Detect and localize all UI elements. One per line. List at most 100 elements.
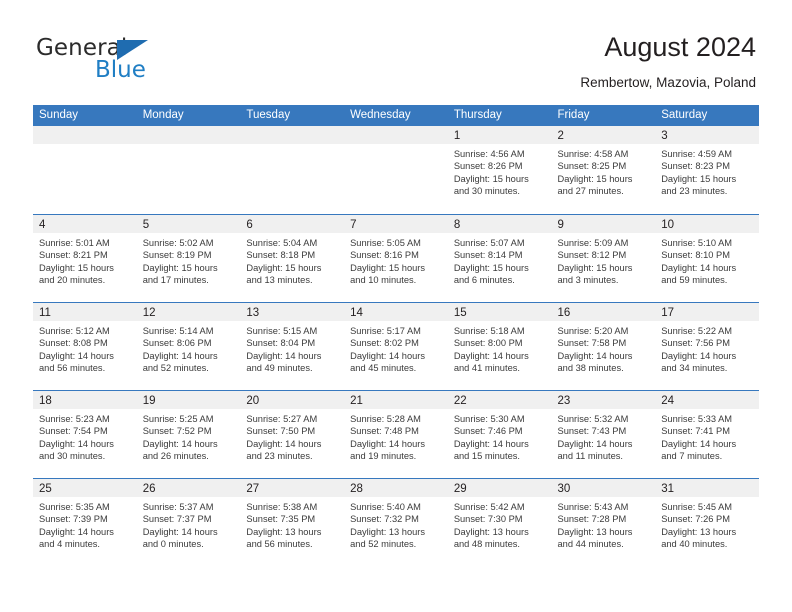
day-cell[interactable] [136,126,241,214]
day-cell[interactable]: 18 Sunrise: 5:23 AM Sunset: 7:54 PM Dayligh… [33,391,137,478]
day-details: Sunrise: 5:40 AM Sunset: 7:32 PM Daylight:… [344,497,448,551]
day-number-band: 27 [240,479,345,497]
day-cell[interactable]: 9 Sunrise: 5:09 AM Sunset: 8:12 PM Daylight… [551,215,656,302]
sunset-text: Sunset: 7:56 PM [661,338,730,349]
day-number-band: 30 [551,479,656,497]
day-details: Sunrise: 5:38 AM Sunset: 7:35 PM Daylight:… [240,497,344,551]
sunset-text: Sunset: 8:14 PM [453,250,523,261]
daylight-text-line1: Daylight: 14 hours [39,438,114,449]
day-details: Sunrise: 5:04 AM Sunset: 8:18 PM Daylight:… [240,233,344,287]
daylight-text-line1: Daylight: 14 hours [557,350,633,361]
day-cell[interactable]: 5 Sunrise: 5:02 AM Sunset: 8:19 PM Daylight… [136,215,241,302]
day-cell[interactable]: 29 Sunrise: 5:42 AM Sunset: 7:30 PM Dayligh… [447,479,552,566]
day-cell[interactable]: 31 Sunrise: 5:45 AM Sunset: 7:26 PM Dayligh… [655,479,759,566]
day-number-band: 12 [136,303,241,321]
sunset-text: Sunset: 8:12 PM [557,250,627,261]
day-cell[interactable]: 15 Sunrise: 5:18 AM Sunset: 8:00 PM Dayligh… [447,303,552,390]
day-cell[interactable]: 10 Sunrise: 5:10 AM Sunset: 8:10 PM Dayligh… [655,215,759,302]
page-header: General Blue August 2024 Rembertow, Mazo… [0,0,792,100]
day-number-band: 22 [447,391,552,409]
day-cell[interactable]: 20 Sunrise: 5:27 AM Sunset: 7:50 PM Dayligh… [240,391,345,478]
day-details: Sunrise: 5:43 AM Sunset: 7:28 PM Daylight:… [552,497,656,551]
daylight-text-line1: Daylight: 14 hours [350,350,426,361]
daylight-text-line1: Daylight: 14 hours [142,350,218,361]
sunrise-text: Sunrise: 5:25 AM [142,414,214,424]
day-cell[interactable] [33,126,137,214]
day-number: 30 [557,483,571,495]
day-cell[interactable]: 12 Sunrise: 5:14 AM Sunset: 8:06 PM Dayligh… [136,303,241,390]
day-number: 12 [142,307,156,319]
daylight-text-line2: and 45 minutes. [350,363,417,374]
day-details: Sunrise: 5:14 AM Sunset: 8:06 PM Daylight:… [137,321,241,375]
day-number: 18 [39,395,52,407]
day-details [344,144,448,148]
day-cell[interactable]: 16 Sunrise: 5:20 AM Sunset: 7:58 PM Dayligh… [551,303,656,390]
daylight-text-line1: Daylight: 15 hours [246,262,322,273]
day-cell[interactable]: 8 Sunrise: 5:07 AM Sunset: 8:14 PM Daylight… [447,215,552,302]
day-cell[interactable]: 4 Sunrise: 5:01 AM Sunset: 8:21 PM Daylight… [33,215,137,302]
day-cell[interactable]: 11 Sunrise: 5:12 AM Sunset: 8:08 PM Dayligh… [33,303,137,390]
day-cell[interactable]: 23 Sunrise: 5:32 AM Sunset: 7:43 PM Dayligh… [551,391,656,478]
day-number: 4 [39,219,46,231]
day-number-band: 7 [344,215,448,233]
day-cell[interactable]: 25 Sunrise: 5:35 AM Sunset: 7:39 PM Dayligh… [33,479,137,566]
day-cell[interactable]: 1 Sunrise: 4:56 AM Sunset: 8:26 PM Daylight… [447,126,552,214]
day-number-band: 29 [447,479,552,497]
day-cell[interactable]: 24 Sunrise: 5:33 AM Sunset: 7:41 PM Dayligh… [655,391,759,478]
daylight-text-line2: and 20 minutes. [39,275,106,286]
day-cell[interactable]: 2 Sunrise: 4:58 AM Sunset: 8:25 PM Daylight… [551,126,656,214]
daylight-text-line1: Daylight: 14 hours [453,438,529,449]
day-details: Sunrise: 5:17 AM Sunset: 8:02 PM Daylight:… [344,321,448,375]
daylight-text-line1: Daylight: 15 hours [557,173,633,184]
day-details: Sunrise: 5:07 AM Sunset: 8:14 PM Daylight:… [448,233,552,287]
day-cell[interactable]: 6 Sunrise: 5:04 AM Sunset: 8:18 PM Daylight… [240,215,345,302]
daylight-text-line1: Daylight: 15 hours [453,262,529,273]
day-number-band: 26 [136,479,241,497]
day-cell[interactable]: 13 Sunrise: 5:15 AM Sunset: 8:04 PM Dayligh… [240,303,345,390]
day-details: Sunrise: 5:42 AM Sunset: 7:30 PM Daylight:… [448,497,552,551]
day-cell[interactable]: 21 Sunrise: 5:28 AM Sunset: 7:48 PM Dayligh… [344,391,448,478]
day-number: 1 [453,130,461,142]
sunset-text: Sunset: 7:35 PM [246,514,316,525]
day-number-band: 2 [551,126,656,144]
daylight-text-line1: Daylight: 15 hours [453,173,529,184]
day-cell[interactable] [240,126,345,214]
sunset-text: Sunset: 8:08 PM [39,338,108,349]
daylight-text-line1: Daylight: 13 hours [453,526,529,537]
daylight-text-line1: Daylight: 15 hours [661,173,737,184]
daylight-text-line1: Daylight: 15 hours [350,262,426,273]
day-details: Sunrise: 5:27 AM Sunset: 7:50 PM Daylight:… [240,409,344,463]
day-details: Sunrise: 4:58 AM Sunset: 8:25 PM Daylight:… [552,144,656,198]
day-details: Sunrise: 5:30 AM Sunset: 7:46 PM Daylight:… [448,409,552,463]
day-cell[interactable] [344,126,448,214]
day-cell[interactable]: 17 Sunrise: 5:22 AM Sunset: 7:56 PM Dayligh… [655,303,759,390]
day-cell[interactable]: 14 Sunrise: 5:17 AM Sunset: 8:02 PM Dayligh… [344,303,448,390]
day-cell[interactable]: 7 Sunrise: 5:05 AM Sunset: 8:16 PM Daylight… [344,215,448,302]
daylight-text-line2: and 56 minutes. [246,539,313,550]
weekday-header-monday: Monday [142,109,184,121]
day-number: 17 [661,307,675,319]
sunset-text: Sunset: 8:02 PM [350,338,419,349]
day-number-band: 17 [655,303,759,321]
day-number: 19 [142,395,156,407]
day-cell[interactable]: 3 Sunrise: 4:59 AM Sunset: 8:23 PM Daylight… [655,126,759,214]
general-blue-logo[interactable]: General Blue [36,36,256,92]
day-cell[interactable]: 27 Sunrise: 5:38 AM Sunset: 7:35 PM Dayligh… [240,479,345,566]
day-number-band: 19 [136,391,241,409]
sunset-text: Sunset: 7:41 PM [661,426,730,437]
day-details: Sunrise: 5:23 AM Sunset: 7:54 PM Daylight:… [33,409,137,463]
day-details: Sunrise: 5:18 AM Sunset: 8:00 PM Daylight:… [448,321,552,375]
day-number-band: 16 [551,303,656,321]
daylight-text-line2: and 13 minutes. [246,275,313,286]
day-number-band: 5 [136,215,241,233]
sunrise-text: Sunrise: 5:35 AM [39,502,110,512]
day-cell[interactable]: 22 Sunrise: 5:30 AM Sunset: 7:46 PM Dayligh… [447,391,552,478]
day-number: 10 [661,219,675,231]
day-number: 3 [661,130,668,142]
sunrise-text: Sunrise: 5:43 AM [557,502,629,512]
day-cell[interactable]: 26 Sunrise: 5:37 AM Sunset: 7:37 PM Dayligh… [136,479,241,566]
sunset-text: Sunset: 7:30 PM [453,514,523,525]
day-cell[interactable]: 30 Sunrise: 5:43 AM Sunset: 7:28 PM Dayligh… [551,479,656,566]
day-cell[interactable]: 28 Sunrise: 5:40 AM Sunset: 7:32 PM Dayligh… [344,479,448,566]
day-cell[interactable]: 19 Sunrise: 5:25 AM Sunset: 7:52 PM Dayligh… [136,391,241,478]
